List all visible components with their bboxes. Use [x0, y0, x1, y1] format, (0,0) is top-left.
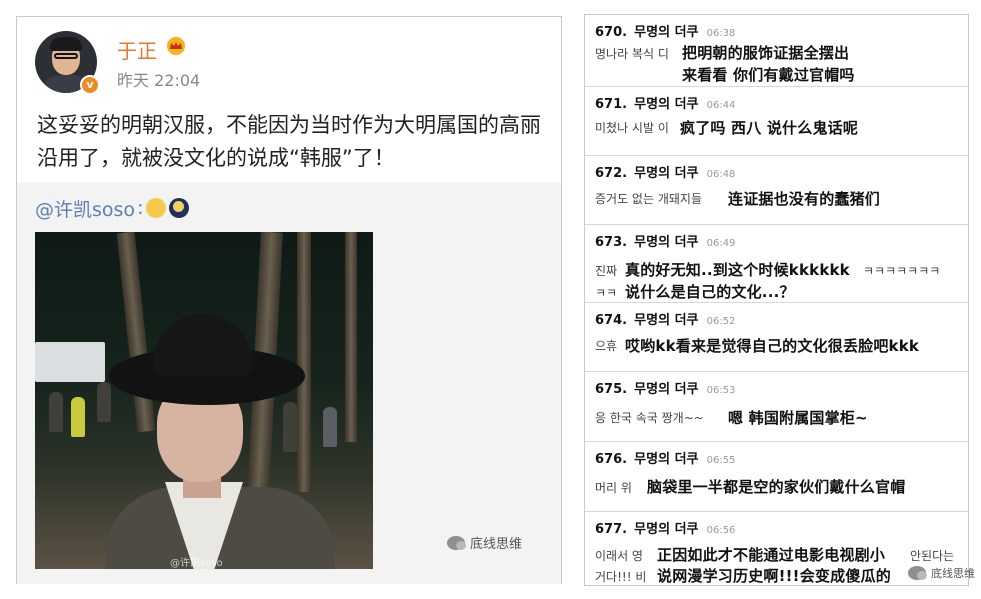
- comment-nickname: 무명의 더쿠: [634, 166, 699, 181]
- comment-header: 673. 무명의 더쿠 06:49: [595, 231, 735, 250]
- comment-list: 670. 무명의 더쿠 06:38 명나라 복식 디 把明朝的服饰证据全摆出 来…: [584, 14, 969, 586]
- mention-colon: :: [137, 197, 144, 219]
- hat-crown: [153, 314, 253, 376]
- comment-number: 677.: [595, 522, 628, 537]
- comment-korean-tail: ㅋㅋㅋㅋㅋㅋㅋ: [863, 264, 941, 278]
- comment-time: 06:44: [706, 100, 736, 111]
- comment-translation: 正因如此才不能通过电影电视剧小: [657, 546, 886, 564]
- post-text: 这妥妥的明朝汉服，不能因为当时作为大明属国的高丽沿用了，就被没文化的说成“韩服”…: [37, 113, 541, 170]
- comment-translation: 哎哟kk看来是觉得自己的文化很丢脸吧kkk: [625, 337, 920, 355]
- comment-translation: 连证据也没有的蠢猪们: [728, 190, 881, 208]
- vip-crown-icon: [167, 37, 185, 55]
- comment-translation: 脑袋里一半都是空的家伙们戴什么官帽: [647, 478, 906, 496]
- comment-korean: 거다!!! 비: [595, 570, 647, 584]
- comment-time: 06:48: [706, 169, 736, 180]
- comment-time: 06:53: [706, 385, 736, 396]
- comment-item: 675. 무명의 더쿠 06:53 응 한국 속국 짱개~~ 嗯 韩国附属国掌柜…: [585, 372, 968, 442]
- comment-korean: 이래서 영: [595, 549, 643, 563]
- comment-time: 06:38: [706, 28, 736, 39]
- comment-header: 672. 무명의 더쿠 06:48: [595, 162, 735, 181]
- comment-korean: 미쳤나 시발 이: [595, 121, 669, 135]
- comment-translation: 把明朝的服饰证据全摆出: [682, 44, 850, 62]
- comment-nickname: 무명의 더쿠: [634, 382, 699, 397]
- comment-korean-tail: 안된다는: [910, 549, 955, 563]
- comment-translation: 疯了吗 西八 说什么鬼话呢: [680, 119, 859, 137]
- comment-korean: 진짜: [595, 264, 618, 278]
- comment-header: 671. 무명의 더쿠 06:44: [595, 93, 735, 112]
- author-name[interactable]: 于正: [117, 35, 157, 64]
- comment-header: 674. 무명의 더쿠 06:52: [595, 309, 735, 328]
- comment-number: 675.: [595, 382, 628, 397]
- comment-nickname: 무명의 더쿠: [634, 452, 699, 467]
- comment-translation: 嗯 韩国附属国掌柜~: [728, 409, 868, 427]
- weibo-post-card: v 于正 昨天 22:04 这妥妥的明朝汉服，不能因为当时作为大明属国的高丽沿用…: [16, 16, 562, 584]
- wechat-logo-icon: [908, 566, 927, 580]
- comment-nickname: 무명의 더쿠: [634, 97, 699, 112]
- comment-number: 670.: [595, 25, 628, 40]
- comment-translation: 真的好无知..到这个时候kkkkkk: [625, 261, 850, 279]
- comment-korean: 증거도 없는 개돼지들: [595, 192, 702, 206]
- comment-time: 06:49: [706, 238, 736, 249]
- comment-header: 670. 무명의 더쿠 06:38: [595, 21, 735, 40]
- comment-item: 670. 무명의 더쿠 06:38 명나라 복식 디 把明朝的服饰证据全摆出 来…: [585, 15, 968, 87]
- comment-nickname: 무명의 더쿠: [634, 25, 699, 40]
- comment-number: 676.: [595, 452, 628, 467]
- comment-time: 06:56: [706, 525, 736, 536]
- comment-korean: 으휴: [595, 339, 618, 353]
- comment-header: 675. 무명의 더쿠 06:53: [595, 378, 735, 397]
- comment-korean: 응 한국 속국 짱개~~: [595, 411, 704, 425]
- comment-korean: ㅋㅋ: [595, 286, 618, 300]
- comment-nickname: 무명의 더쿠: [634, 235, 699, 250]
- post-time: 昨天 22:04: [117, 71, 201, 90]
- comment-translation: 说网漫学习历史啊!!!会变成傻瓜的: [657, 567, 891, 585]
- moon-emoji-icon: [169, 198, 190, 218]
- comment-translation: 来看看 你们有戴过官帽吗: [682, 66, 855, 84]
- watermark-text: 底线思维: [931, 567, 975, 580]
- comment-item: 671. 무명의 더쿠 06:44 미쳤나 시발 이 疯了吗 西八 说什么鬼话呢: [585, 87, 968, 156]
- comment-number: 672.: [595, 166, 628, 181]
- watermark-left: 底线思维: [447, 533, 522, 552]
- comment-number: 671.: [595, 97, 628, 112]
- comment-translation: 说什么是自己的文化...？: [625, 283, 795, 301]
- comment-time: 06:55: [706, 455, 736, 466]
- mention-link[interactable]: @许凯soso: [35, 195, 135, 222]
- comment-korean: 머리 위: [595, 481, 632, 495]
- comment-header: 677. 무명의 더쿠 06:56: [595, 518, 735, 537]
- comment-number: 674.: [595, 313, 628, 328]
- background-light: [35, 342, 105, 382]
- comment-nickname: 무명의 더쿠: [634, 522, 699, 537]
- repost-header: @许凯soso :: [35, 194, 190, 222]
- watermark-text: 底线思维: [470, 537, 523, 552]
- comment-korean: 명나라 복식 디: [595, 47, 669, 61]
- wechat-logo-icon: [447, 535, 466, 550]
- comment-item: 672. 무명의 더쿠 06:48 증거도 없는 개돼지들 连证据也没有的蠢猪们: [585, 156, 968, 225]
- comment-number: 673.: [595, 235, 628, 250]
- thinking-emoji-icon: [146, 198, 167, 218]
- comment-nickname: 무명의 더쿠: [634, 313, 699, 328]
- comment-item: 676. 무명의 더쿠 06:55 머리 위 脑袋里一半都是空的家伙们戴什么官帽: [585, 442, 968, 512]
- comment-time: 06:52: [706, 316, 736, 327]
- repost-box[interactable]: @许凯soso : @许凯soso: [17, 182, 561, 584]
- comment-item: 674. 무명의 더쿠 06:52 으휴 哎哟kk看来是觉得自己的文化很丢脸吧k…: [585, 303, 968, 372]
- verified-badge-icon: v: [80, 75, 100, 95]
- comment-item: 673. 무명의 더쿠 06:49 진짜 真的好无知..到这个时候kkkkkk …: [585, 225, 968, 303]
- photo-watermark: @许凯soso: [170, 558, 223, 569]
- post-photo[interactable]: @许凯soso: [35, 232, 373, 569]
- watermark-right: 底线思维: [908, 565, 975, 581]
- comment-header: 676. 무명의 더쿠 06:55: [595, 448, 735, 467]
